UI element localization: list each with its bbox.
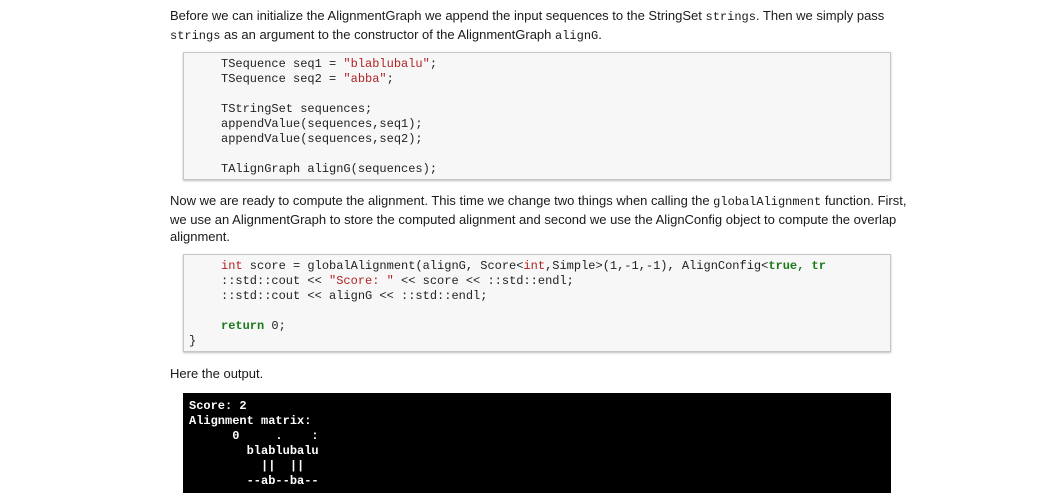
inline-code-strings: strings [705, 10, 756, 24]
code-line: TSequence seq2 = "abba"; [221, 72, 394, 86]
paragraph-text: as an argument to the constructor of the… [220, 27, 556, 42]
code-line: TStringSet sequences; [221, 102, 373, 116]
inline-code-strings: strings [170, 29, 221, 43]
paragraph-text: Before we can initialize the AlignmentGr… [170, 8, 706, 23]
terminal-line: Score: 2 [189, 399, 247, 413]
terminal-line: || || [189, 459, 305, 473]
paragraph-text: . [598, 27, 602, 42]
code-line: appendValue(sequences,seq1); [221, 117, 423, 131]
paragraph-text: . Then we simply pass [755, 8, 885, 23]
inline-code-globalAlignment: globalAlignment [713, 195, 822, 209]
code-line: int score = globalAlignment(alignG, Scor… [221, 259, 826, 273]
terminal-line: Alignment matrix: [189, 414, 312, 428]
code-block-alignment: int score = globalAlignment(alignG, Scor… [183, 254, 891, 352]
paragraph-output-intro: Here the output. [170, 366, 264, 381]
code-line: ::std::cout << alignG << ::std::endl; [221, 289, 488, 303]
code-block-sequences: TSequence seq1 = "blablubalu"; TSequence… [183, 52, 891, 180]
code-line: appendValue(sequences,seq2); [221, 132, 423, 146]
closing-brace: } [189, 334, 197, 348]
code-line: TSequence seq1 = "blablubalu"; [221, 57, 438, 71]
paragraph-compute: Now we are ready to compute the alignmen… [170, 192, 910, 245]
code-line: TAlignGraph alignG(sequences); [221, 162, 438, 176]
inline-code-alignG: alignG [555, 29, 599, 43]
paragraph-intro: Before we can initialize the AlignmentGr… [170, 7, 910, 45]
terminal-line: blablubalu [189, 444, 319, 458]
terminal-output: Score: 2 Alignment matrix: 0 . : blablub… [183, 393, 891, 493]
terminal-line: 0 . : [189, 429, 319, 443]
code-line: return 0; [221, 319, 286, 333]
code-line: ::std::cout << "Score: " << score << ::s… [221, 274, 574, 288]
paragraph-text: Now we are ready to compute the alignmen… [170, 193, 714, 208]
